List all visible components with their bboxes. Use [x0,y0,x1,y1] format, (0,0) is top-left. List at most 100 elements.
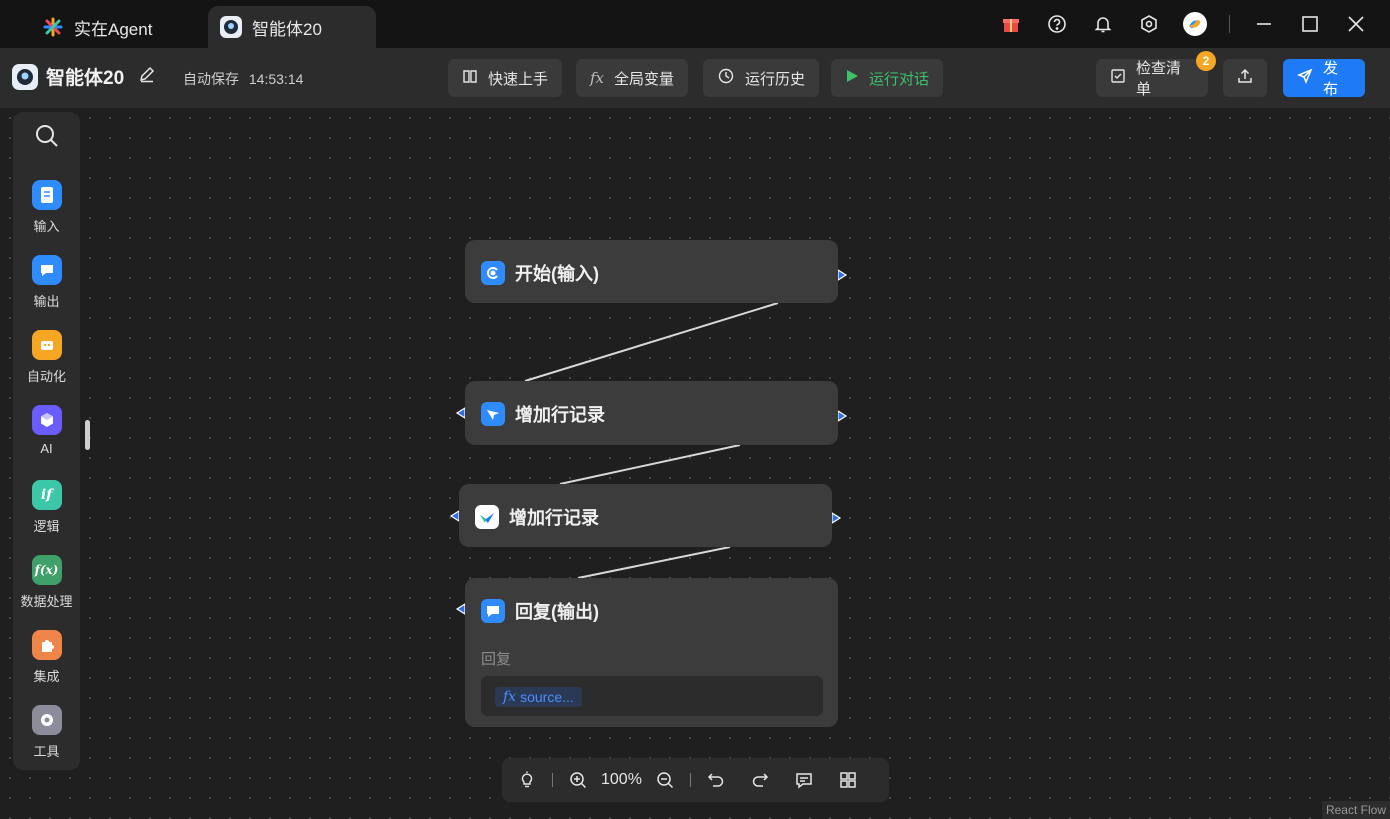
node-header: 增加行记录 [475,504,599,530]
shizai-logo-icon [42,16,64,38]
sidebar-item-label: 集成 [33,669,60,684]
search-icon[interactable] [34,123,60,149]
node-add-row-1[interactable]: 增加行记录 [465,381,838,445]
sidebar-item-label: 输出 [33,294,60,309]
node-title: 增加行记录 [515,405,605,425]
robot-icon [31,330,62,360]
start-icon [481,261,505,285]
puzzle-icon [31,630,62,660]
editor-toolbar: 智能体20 自动保存 14:53:14 快速上手 fx 全局变量 运行历史 运行… [0,48,1390,108]
upload-icon [1236,67,1254,89]
sidebar-item-logic[interactable]: if 逻辑 [13,480,80,535]
variable-chip[interactable]: fx source... [495,687,582,707]
zoom-out-icon[interactable] [654,769,676,791]
sidebar-item-label: 自动化 [26,369,66,384]
book-icon [462,68,478,88]
run-history-label: 运行历史 [745,70,806,88]
help-icon[interactable] [1045,12,1069,36]
function-icon: f(x) [31,555,62,585]
history-icon [717,67,735,89]
tab-label: 实在Agent [74,19,153,39]
autosave-time: 14:53:14 [248,71,304,87]
gift-icon[interactable] [999,12,1023,36]
bell-icon[interactable] [1091,12,1115,36]
layout-grid-icon[interactable] [837,769,859,791]
node-title: 增加行记录 [509,508,599,528]
autosave-label: 自动保存 [183,71,239,87]
zoom-level: 100% [601,771,642,788]
user-avatar[interactable] [1183,12,1207,36]
publish-label: 发布 [1323,60,1339,98]
fx-icon: fx [503,689,517,705]
feishu-icon [481,402,505,426]
divider [1229,15,1230,33]
sidebar-item-label: 逻辑 [33,519,60,534]
node-header: 回复(输出) [481,598,599,624]
sidebar-item-tools[interactable]: 工具 [13,705,80,760]
node-header: 开始(输入) [481,260,599,286]
tab-agent-20[interactable]: 智能体20 [208,6,376,48]
edit-pencil-icon[interactable] [138,65,156,89]
sidebar-item-data-processing[interactable]: f(x) 数据处理 [13,555,80,610]
react-flow-attribution[interactable]: React Flow [1321,801,1390,819]
reply-field[interactable]: fx source... [481,676,823,716]
sidebar-item-label: 工具 [33,744,60,759]
undo-icon[interactable] [705,769,727,791]
agent-name: 智能体20 [46,68,125,89]
send-icon [1297,68,1313,88]
node-header: 增加行记录 [481,401,605,427]
sidebar-item-label: AI [40,441,53,456]
gear-icon [31,705,62,735]
settings-icon[interactable] [1137,12,1161,36]
run-chat-button[interactable]: 运行对话 [831,59,944,97]
tab-shizai-agent[interactable]: 实在Agent [30,6,164,48]
window-controls [999,10,1368,38]
node-reply-output[interactable]: 回复(输出) 回复 fx source... [465,578,838,727]
quick-start-label: 快速上手 [488,70,549,88]
sidebar-item-output[interactable]: 输出 [13,255,80,310]
global-variables-label: 全局变量 [614,70,675,88]
sidebar-item-ai[interactable]: AI [13,405,80,456]
minimize-icon[interactable] [1252,12,1276,36]
maximize-icon[interactable] [1298,12,1322,36]
node-palette-sidebar: 输入 输出 自动化 AI if 逻辑 f(x) 数据处理 集成 工具 [13,112,80,770]
sidebar-resize-handle[interactable] [85,420,90,450]
comment-icon[interactable] [793,769,815,791]
node-title: 回复(输出) [515,602,599,622]
sidebar-item-label: 输入 [33,219,60,234]
zoom-in-icon[interactable] [567,769,589,791]
sidebar-item-label: 数据处理 [20,594,73,609]
publish-button[interactable]: 发布 [1283,59,1365,98]
close-icon[interactable] [1344,12,1368,36]
checklist-label: 检查清单 [1136,60,1182,98]
node-start[interactable]: 开始(输入) [465,240,838,303]
checkbox-icon [1110,68,1126,88]
agent-avatar-icon [12,63,38,90]
node-title: 开始(输入) [515,264,599,284]
variable-name: source... [520,689,574,705]
sidebar-item-automation[interactable]: 自动化 [13,330,80,385]
sidebar-item-integration[interactable]: 集成 [13,630,80,685]
run-history-button[interactable]: 运行历史 [703,59,820,97]
title-bar: 实在Agent 智能体20 [0,0,1390,48]
checklist-badge: 2 [1196,51,1216,71]
quick-start-button[interactable]: 快速上手 [448,59,563,97]
global-variables-button[interactable]: fx 全局变量 [576,59,689,97]
chat-icon [481,599,505,623]
if-icon: if [31,480,62,510]
checklist-button[interactable]: 检查清单 2 [1096,51,1216,98]
run-chat-label: 运行对话 [869,70,930,88]
divider [552,773,553,787]
play-icon [845,69,859,87]
doc-icon [31,180,62,210]
reply-field-label: 回复 [481,651,512,668]
node-add-row-2[interactable]: 增加行记录 [459,484,832,547]
canvas-controls: 100% [502,758,889,802]
redo-icon[interactable] [749,769,771,791]
agent-title: 智能体20 [12,63,156,90]
table-app-icon [475,505,499,529]
sidebar-item-input[interactable]: 输入 [13,180,80,235]
cube-icon [31,405,62,435]
lightbulb-icon[interactable] [516,769,538,791]
export-button[interactable] [1223,59,1267,97]
